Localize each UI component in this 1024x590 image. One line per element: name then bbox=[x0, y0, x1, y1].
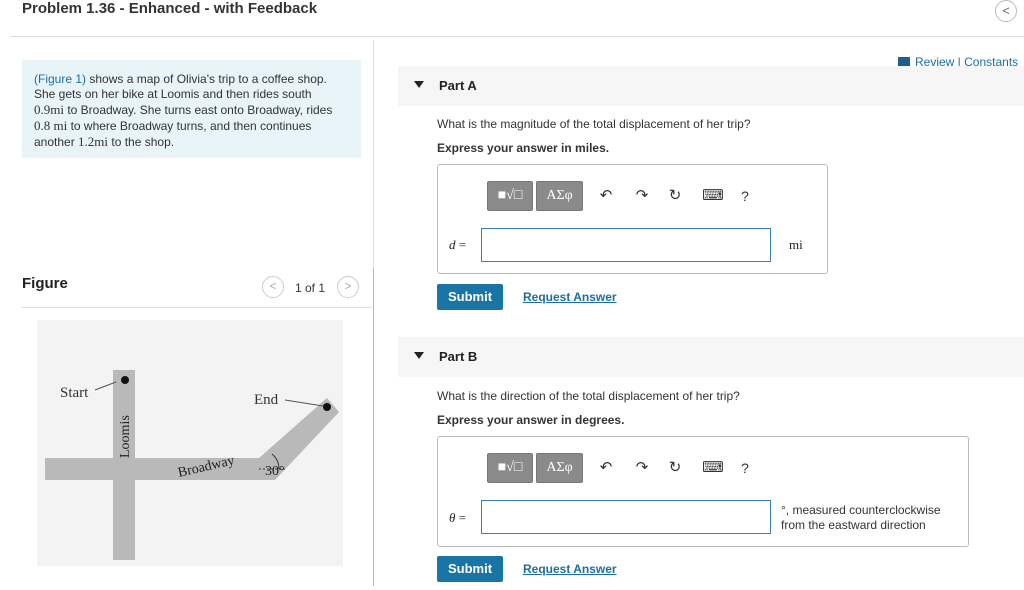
part-b-unit-line-2: from the eastward direction bbox=[781, 518, 926, 532]
intro-text: another bbox=[34, 135, 79, 149]
redo-icon[interactable]: ↷ bbox=[633, 458, 651, 478]
broadway-road bbox=[45, 458, 275, 480]
end-point bbox=[323, 403, 331, 411]
figure-prev-button[interactable]: < bbox=[262, 276, 284, 298]
start-point bbox=[121, 376, 129, 384]
figure-heading: Figure bbox=[22, 275, 68, 292]
part-b-answer-input[interactable] bbox=[481, 500, 771, 534]
distance-value: 1.2mi bbox=[78, 134, 109, 149]
part-a-answer-box: ■√□ ΑΣφ ↶ ↷ ↻ ⌨ ? d = mi bbox=[437, 164, 828, 274]
collapse-triangle-icon[interactable] bbox=[414, 352, 424, 359]
end-label: End bbox=[254, 392, 279, 408]
review-icon bbox=[898, 57, 910, 66]
intro-text: to Broadway. She turns east onto Broadwa… bbox=[63, 103, 333, 117]
start-leader bbox=[94, 381, 117, 391]
greek-symbols-button[interactable]: ΑΣφ bbox=[536, 453, 583, 483]
header-divider bbox=[10, 36, 1024, 37]
keyboard-icon[interactable]: ⌨ bbox=[702, 458, 724, 478]
panel-divider bbox=[373, 40, 374, 268]
back-button[interactable]: < bbox=[995, 0, 1017, 22]
panel-scroll-edge bbox=[373, 268, 374, 586]
distance-value: 0.8 mi bbox=[34, 118, 68, 133]
redo-icon[interactable]: ↷ bbox=[633, 186, 651, 206]
figure-pager-count: 1 of 1 bbox=[295, 281, 326, 295]
loomis-label: Loomis bbox=[118, 415, 133, 458]
intro-text: She gets on her bike at Loomis and then … bbox=[34, 87, 312, 101]
part-a-label: Part A bbox=[439, 78, 477, 93]
greek-symbols-button[interactable]: ΑΣφ bbox=[536, 181, 583, 211]
templates-button[interactable]: ■√□ bbox=[487, 181, 533, 211]
keyboard-icon[interactable]: ⌨ bbox=[702, 186, 724, 206]
part-a-instruction: Express your answer in miles. bbox=[437, 141, 610, 155]
part-a-header[interactable]: Part A bbox=[398, 66, 1024, 106]
intro-text: to the shop. bbox=[108, 135, 175, 149]
part-b-request-answer-link[interactable]: Request Answer bbox=[523, 562, 617, 576]
start-label: Start bbox=[60, 385, 89, 401]
part-b-instruction: Express your answer in degrees. bbox=[437, 413, 625, 427]
part-a-variable: d = bbox=[449, 237, 467, 252]
reset-icon[interactable]: ↻ bbox=[666, 186, 684, 206]
part-b-answer-box: ■√□ ΑΣφ ↶ ↷ ↻ ⌨ ? θ = °, measured counte… bbox=[437, 436, 969, 547]
part-b-submit-button[interactable]: Submit bbox=[437, 556, 503, 582]
figure-next-button[interactable]: > bbox=[337, 276, 359, 298]
intro-text: shows a map of Olivia's trip to a coffee… bbox=[86, 72, 327, 86]
angle-label: 30° bbox=[265, 464, 285, 479]
distance-value: 0.9mi bbox=[34, 102, 64, 117]
part-b-question: What is the direction of the total displ… bbox=[437, 389, 740, 403]
part-a-unit: mi bbox=[789, 237, 803, 252]
part-b-label: Part B bbox=[439, 349, 478, 364]
intro-text: to where Broadway turns, and then contin… bbox=[67, 119, 312, 133]
reset-icon[interactable]: ↻ bbox=[666, 458, 684, 478]
figure-link[interactable]: (Figure 1) bbox=[34, 72, 86, 86]
problem-intro: (Figure 1) shows a map of Olivia's trip … bbox=[22, 60, 361, 158]
figure-map: Start End Loomis Broadway 30° bbox=[37, 320, 343, 566]
part-a-question: What is the magnitude of the total displ… bbox=[437, 117, 751, 131]
help-icon[interactable]: ? bbox=[738, 186, 752, 206]
part-a-answer-input[interactable] bbox=[481, 228, 771, 262]
figure-divider bbox=[22, 307, 372, 308]
part-b-header[interactable]: Part B bbox=[398, 337, 1024, 377]
templates-button[interactable]: ■√□ bbox=[487, 453, 533, 483]
end-leader bbox=[284, 399, 324, 407]
problem-title: Problem 1.36 - Enhanced - with Feedback bbox=[22, 0, 318, 17]
undo-icon[interactable]: ↶ bbox=[597, 186, 615, 206]
part-a-submit-button[interactable]: Submit bbox=[437, 284, 503, 310]
map-drawing: Start End Loomis Broadway 30° bbox=[45, 370, 339, 560]
part-b-unit-line-1: °, measured counterclockwise bbox=[781, 503, 941, 517]
help-icon[interactable]: ? bbox=[738, 458, 752, 478]
part-a-request-answer-link[interactable]: Request Answer bbox=[523, 290, 617, 304]
part-b-variable: θ = bbox=[449, 510, 466, 525]
collapse-triangle-icon[interactable] bbox=[414, 81, 424, 88]
undo-icon[interactable]: ↶ bbox=[597, 458, 615, 478]
